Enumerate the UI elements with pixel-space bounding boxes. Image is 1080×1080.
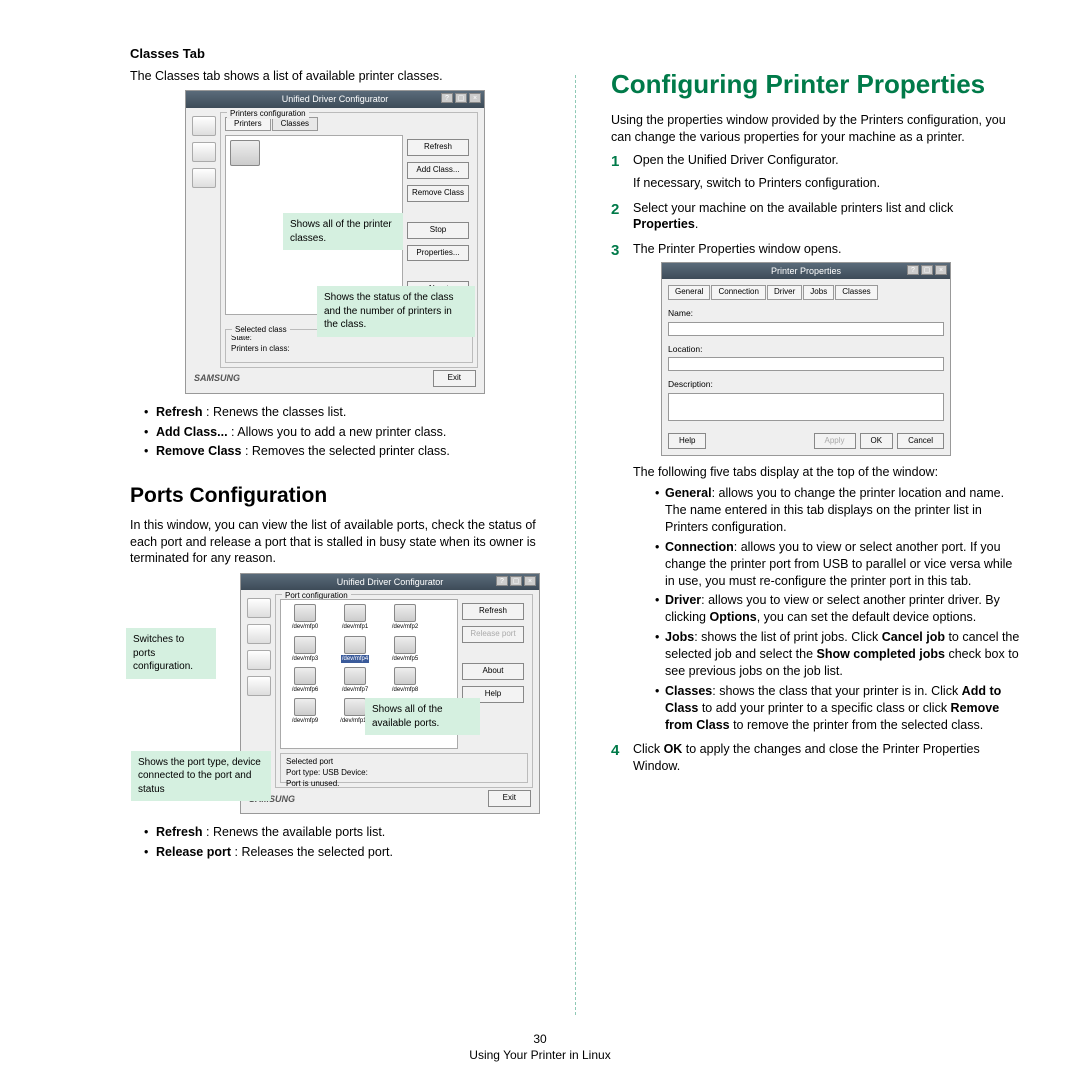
scanners-icon[interactable]	[247, 624, 271, 644]
status-port-state: Port is unused.	[286, 779, 522, 790]
page-footer: 30 Using Your Printer in Linux	[0, 1032, 1080, 1062]
brand-logo: SAMSUNG	[194, 372, 240, 384]
fieldset-legend: Printers configuration	[227, 109, 309, 120]
window-title: Printer Properties ?▢×	[662, 263, 950, 279]
release-port-button[interactable]: Release port	[462, 626, 524, 643]
footer-text: Using Your Printer in Linux	[0, 1048, 1080, 1062]
ports-icon[interactable]	[192, 168, 216, 188]
callout-all-ports: Shows all of the available ports.	[365, 698, 480, 735]
remove-class-button[interactable]: Remove Class	[407, 185, 469, 202]
status-printers-in-class: Printers in class:	[231, 344, 467, 355]
step-2: 2 Select your machine on the available p…	[611, 200, 1020, 234]
apply-button[interactable]: Apply	[814, 433, 856, 450]
scanners-icon[interactable]	[192, 142, 216, 162]
mfp-icon[interactable]	[247, 650, 271, 670]
label-location: Location:	[668, 344, 944, 355]
tab-driver[interactable]: Driver	[767, 285, 802, 300]
refresh-button[interactable]: Refresh	[407, 139, 469, 156]
stop-button[interactable]: Stop	[407, 222, 469, 239]
callout-port-status: Shows the port type, device connected to…	[131, 751, 271, 802]
about-button[interactable]: About	[462, 663, 524, 680]
step-4: 4 Click OK to apply the changes and clos…	[611, 741, 1020, 775]
window-controls: ?▢×	[907, 265, 947, 275]
exit-button[interactable]: Exit	[433, 370, 476, 387]
callout-class-status: Shows the status of the class and the nu…	[317, 286, 475, 337]
pp-tabs: General Connection Driver Jobs Classes	[668, 285, 944, 300]
tab-connection[interactable]: Connection	[711, 285, 765, 300]
cancel-button[interactable]: Cancel	[897, 433, 944, 450]
name-input[interactable]	[668, 322, 944, 336]
classes-bullets: Refresh : Renews the classes list. Add C…	[144, 404, 540, 461]
status-legend: Selected class	[232, 325, 290, 336]
tab-jobs[interactable]: Jobs	[803, 285, 834, 300]
window-controls: ?▢×	[441, 93, 481, 103]
ports-bullets: Refresh : Renews the available ports lis…	[144, 824, 540, 861]
printers-icon[interactable]	[192, 116, 216, 136]
five-tabs-intro: The following five tabs display at the t…	[633, 464, 1020, 481]
status-legend: Selected port	[286, 757, 333, 766]
configuring-intro: Using the properties window provided by …	[611, 112, 1020, 146]
step-3: 3 The Printer Properties window opens. P…	[611, 241, 1020, 733]
add-class-button[interactable]: Add Class...	[407, 162, 469, 179]
ports-config-heading: Ports Configuration	[130, 482, 540, 510]
classes-tab-heading: Classes Tab	[130, 45, 540, 63]
window-controls: ?▢×	[496, 576, 536, 586]
page-number: 30	[0, 1032, 1080, 1046]
label-description: Description:	[668, 379, 944, 390]
callout-switch-ports: Switches to ports configuration.	[126, 628, 216, 679]
location-input[interactable]	[668, 357, 944, 371]
refresh-button[interactable]: Refresh	[462, 603, 524, 620]
tab-descriptions: General: allows you to change the printe…	[655, 485, 1020, 733]
tab-general[interactable]: General	[668, 285, 710, 300]
window-title: Unified Driver Configurator ?▢×	[241, 574, 539, 590]
configuring-heading: Configuring Printer Properties	[611, 67, 1020, 102]
udc-classes-window: Unified Driver Configurator ?▢× Printers…	[185, 90, 485, 393]
printers-icon[interactable]	[247, 598, 271, 618]
ports-list: /dev/mfp0 /dev/mfp1 /dev/mfp2 /dev/mfp3 …	[280, 599, 458, 749]
properties-button[interactable]: Properties...	[407, 245, 469, 262]
window-title: Unified Driver Configurator ?▢×	[186, 91, 484, 107]
tab-classes[interactable]: Classes	[835, 285, 877, 300]
description-input[interactable]	[668, 393, 944, 421]
printer-class-icon	[230, 140, 260, 166]
label-name: Name:	[668, 308, 944, 319]
exit-button[interactable]: Exit	[488, 790, 531, 807]
udc-ports-window: Unified Driver Configurator ?▢× Port con…	[240, 573, 540, 814]
step-1: 1 Open the Unified Driver Configurator. …	[611, 152, 1020, 192]
ok-button[interactable]: OK	[860, 433, 894, 450]
udc-sidebar	[190, 112, 218, 368]
callout-printer-classes: Shows all of the printer classes.	[283, 213, 403, 250]
help-button[interactable]: Help	[668, 433, 706, 450]
printer-properties-window: Printer Properties ?▢× General Connectio…	[661, 262, 951, 456]
classes-intro: The Classes tab shows a list of availabl…	[130, 68, 540, 85]
status-port-type: Port type: USB Device:	[286, 768, 522, 779]
ports-intro: In this window, you can view the list of…	[130, 517, 540, 568]
ports-icon[interactable]	[247, 676, 271, 696]
